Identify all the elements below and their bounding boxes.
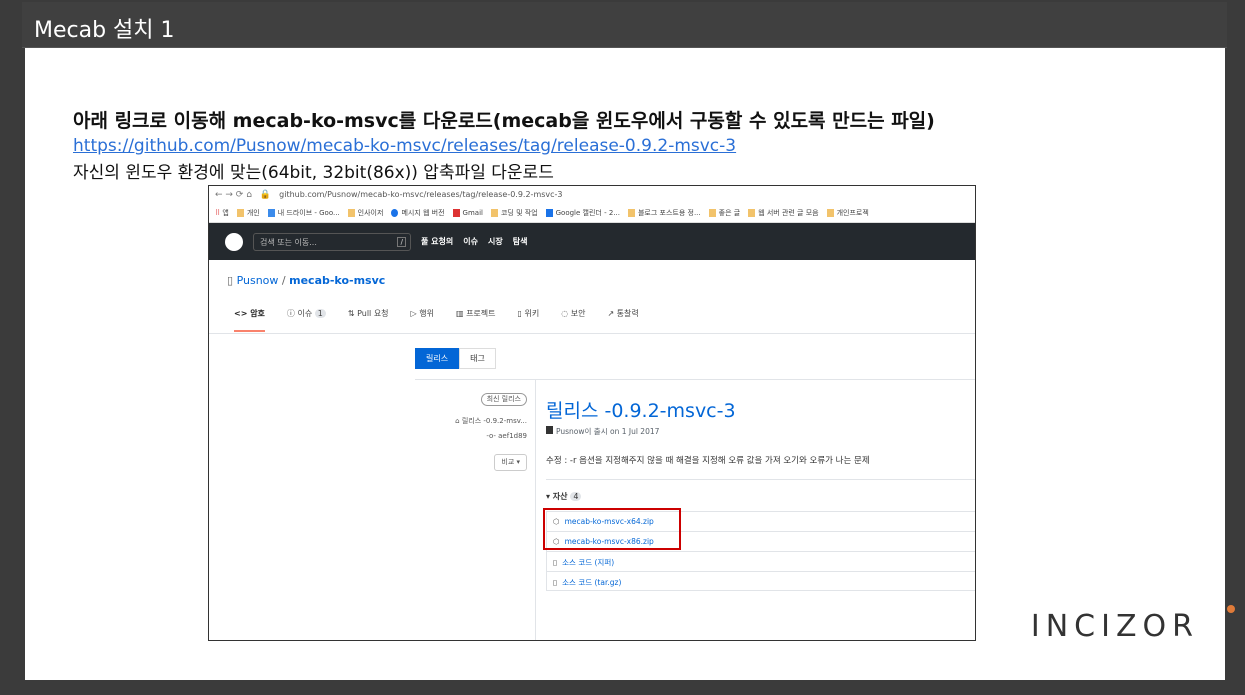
- github-header: 검색 또는 이동... / 풀 요청의 이슈 시장 탐색: [209, 223, 975, 260]
- nav-arrows-icon[interactable]: ← → ⟳ ⌂: [215, 190, 252, 200]
- bookmark[interactable]: 개인프로젝: [826, 208, 869, 218]
- release-link[interactable]: https://github.com/Pusnow/mecab-ko-msvc/…: [73, 136, 736, 156]
- repo-breadcrumb: ▯ Pusnow / mecab-ko-msvc: [227, 274, 386, 287]
- bookmark[interactable]: 좋은 글: [708, 208, 740, 218]
- divider: [415, 379, 975, 380]
- github-search-input[interactable]: 검색 또는 이동... /: [253, 232, 411, 251]
- nav-explore[interactable]: 탐색: [513, 236, 528, 247]
- avatar: [546, 426, 553, 434]
- instruction: 자신의 윈도우 환경에 맞는(64bit, 32bit(86x)) 압축파일 다…: [73, 163, 554, 183]
- compare-button[interactable]: 비교 ▾: [494, 454, 527, 471]
- release-sidebar: 최신 릴리스 ⌂ 릴리스 -0.9.2-msv... -o- aef1d89 비…: [455, 393, 527, 471]
- release-description: 수정 : -r 옵션을 지정해주지 않을 때 해결을 지정해 오류 값을 가져 …: [546, 456, 870, 466]
- asset-source-targz[interactable]: ▯ 소스 코드 (tar.gz): [546, 571, 975, 591]
- lock-icon: 🔒: [259, 189, 272, 200]
- tab-insights[interactable]: ↗ 통찰력: [607, 308, 638, 332]
- bookmarks-bar: ⠿ 앱 개인 내 드라이브 - Goo... 인사이저 메시지 웹 버전 Gma…: [209, 203, 975, 223]
- slide-title: Mecab 설치 1: [34, 18, 175, 43]
- assets-toggle[interactable]: ▾ 자산 4: [546, 491, 582, 502]
- repo-icon: ▯: [227, 274, 237, 287]
- release-meta: Pusnow이 출시 on 1 Jul 2017: [546, 426, 659, 437]
- latest-release-badge: 최신 릴리스: [480, 393, 527, 406]
- address-bar: ← → ⟳ ⌂ 🔒 github.com/Pusnow/mecab-ko-msv…: [209, 186, 975, 203]
- incizor-logo: INCI ZOR: [1031, 605, 1236, 644]
- file-zip-icon: ▯: [553, 578, 558, 587]
- browser-screenshot: ← → ⟳ ⌂ 🔒 github.com/Pusnow/mecab-ko-msv…: [208, 185, 976, 641]
- bookmark[interactable]: 코딩 및 작업: [490, 208, 538, 218]
- bookmark[interactable]: 내 드라이브 - Goo...: [267, 208, 340, 218]
- tab-projects[interactable]: ▥ 프로젝트: [456, 308, 496, 332]
- bookmark[interactable]: Gmail: [452, 208, 483, 217]
- nav-pulls[interactable]: 풀 요청의: [421, 236, 453, 247]
- bookmark[interactable]: 웹 서버 관련 글 모음: [748, 208, 819, 218]
- divider: [546, 479, 975, 480]
- releases-button[interactable]: 릴리스: [415, 348, 460, 369]
- tab-pulls[interactable]: ⇅ Pull 요청: [348, 308, 389, 332]
- tab-issues[interactable]: ⓘ 이슈 1: [287, 308, 326, 332]
- tab-security[interactable]: ◌ 보안: [561, 308, 585, 332]
- divider: [209, 333, 975, 334]
- release-title[interactable]: 릴리스 -0.9.2-msvc-3: [546, 396, 736, 423]
- release-tag-toggle: 릴리스 태그: [415, 348, 496, 369]
- tags-button[interactable]: 태그: [459, 348, 496, 369]
- bookmark[interactable]: 인사이저: [347, 208, 383, 218]
- bookmark[interactable]: Google 캘린더 - 2...: [545, 208, 620, 218]
- commit-link[interactable]: -o- aef1d89: [455, 433, 527, 440]
- tag-icon: ⌂: [455, 417, 462, 425]
- repo-name[interactable]: mecab-ko-msvc: [289, 274, 385, 287]
- tab-actions[interactable]: ▷ 행위: [411, 308, 434, 332]
- file-zip-icon: ▯: [553, 558, 558, 567]
- tag-link[interactable]: ⌂ 릴리스 -0.9.2-msv...: [455, 418, 527, 425]
- nav-issues[interactable]: 이슈: [463, 236, 478, 247]
- bookmark[interactable]: 블로그 포스트용 정...: [627, 208, 701, 218]
- asset-source-zip[interactable]: ▯ 소스 코드 (지퍼): [546, 551, 975, 571]
- url[interactable]: github.com/Pusnow/mecab-ko-msvc/releases…: [279, 190, 562, 199]
- repo-tabs: <> 암호 ⓘ 이슈 1 ⇅ Pull 요청 ▷ 행위 ▥ 프로젝트 ▯ 위키 …: [234, 308, 639, 332]
- tab-code[interactable]: <> 암호: [234, 308, 265, 332]
- slide: 아래 링크로 이동해 mecab-ko-msvc를 다운로드(mecab을 윈도…: [25, 48, 1236, 680]
- bookmark[interactable]: ⠿ 앱: [215, 208, 229, 218]
- bookmark[interactable]: 메시지 웹 버전: [391, 208, 445, 218]
- divider: [535, 379, 536, 640]
- github-logo-icon[interactable]: [225, 232, 243, 251]
- tab-wiki[interactable]: ▯ 위키: [518, 308, 540, 332]
- repo-owner[interactable]: Pusnow: [237, 274, 279, 287]
- bookmark[interactable]: 개인: [236, 208, 260, 218]
- slide-title-bar: Mecab 설치 1: [22, 2, 1227, 48]
- nav-marketplace[interactable]: 시장: [488, 236, 503, 247]
- heading: 아래 링크로 이동해 mecab-ko-msvc를 다운로드(mecab을 윈도…: [73, 110, 935, 132]
- highlight-box: [543, 508, 681, 550]
